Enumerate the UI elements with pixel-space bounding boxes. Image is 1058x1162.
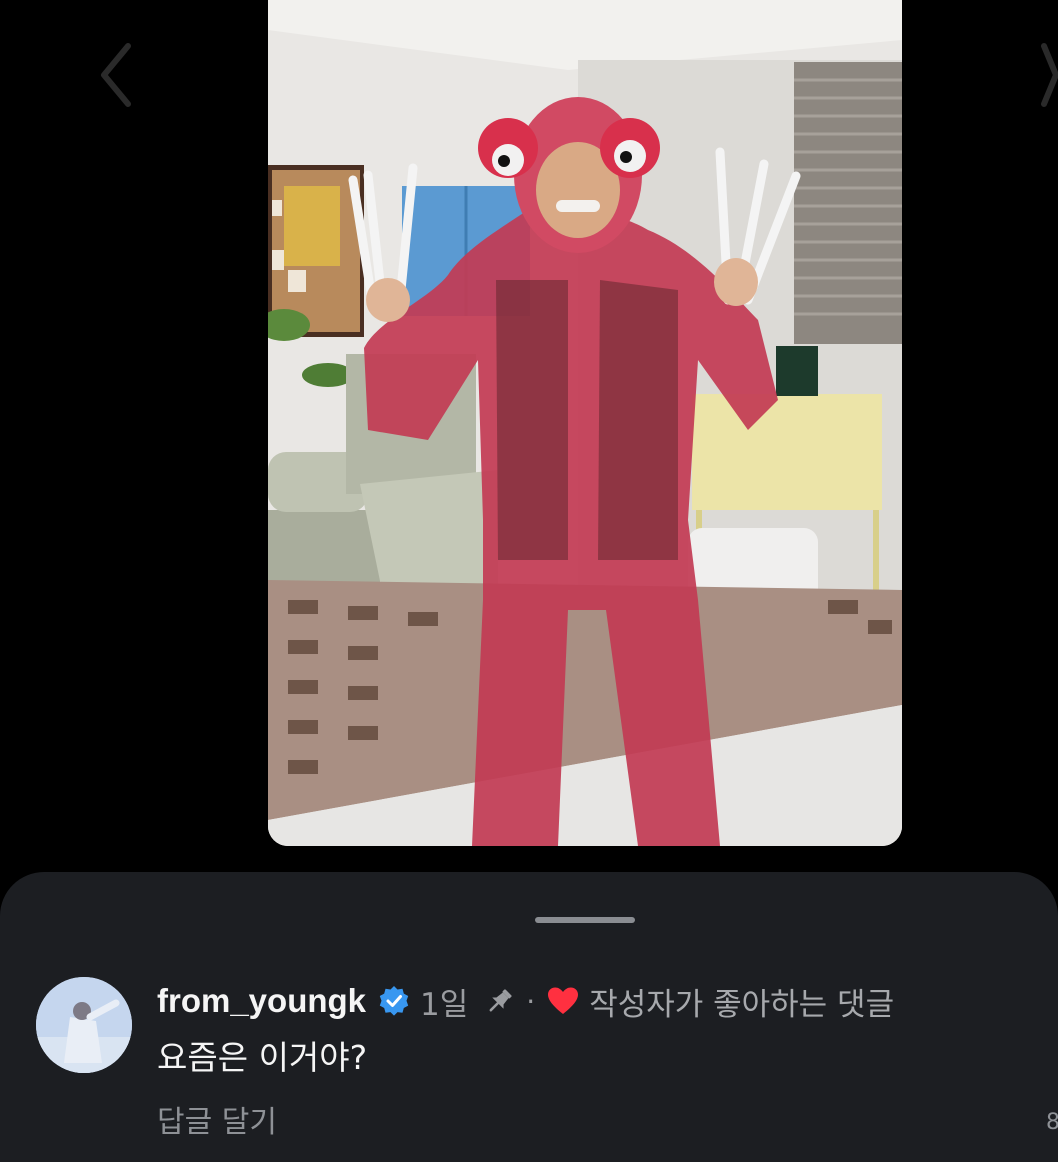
verified-badge-icon [379,986,409,1016]
avatar[interactable] [36,977,132,1073]
reply-button[interactable]: 답글 달기 [157,1103,1037,1143]
chevron-left-icon[interactable] [96,40,136,110]
comment-text: 요즘은 이거야? [157,1038,368,1077]
comment: from_youngk 1일 · 작성자가 좋아하는 댓글 요즘은 이거야? 답… [157,979,1037,1143]
comment-meta: from_youngk 1일 · 작성자가 좋아하는 댓글 [157,979,1037,1023]
post-video[interactable] [268,0,902,846]
meta-separator: · [526,984,536,1018]
comment-age: 1일 [420,986,469,1023]
comment-username[interactable]: from_youngk [157,982,366,1020]
screen: from_youngk 1일 · 작성자가 좋아하는 댓글 요즘은 이거야? 답… [0,0,1058,1162]
chevron-right-icon[interactable] [1040,40,1058,110]
like-count-edge: 8 [1046,1110,1058,1135]
pin-icon [489,989,512,1012]
comments-sheet: from_youngk 1일 · 작성자가 좋아하는 댓글 요즘은 이거야? 답… [0,872,1058,1162]
avatar-image [36,977,132,1073]
video-frame [268,0,902,846]
heart-icon [548,987,579,1014]
liked-by-creator-label: 작성자가 좋아하는 댓글 [589,986,895,1023]
sheet-grabber-handle[interactable] [535,917,635,923]
